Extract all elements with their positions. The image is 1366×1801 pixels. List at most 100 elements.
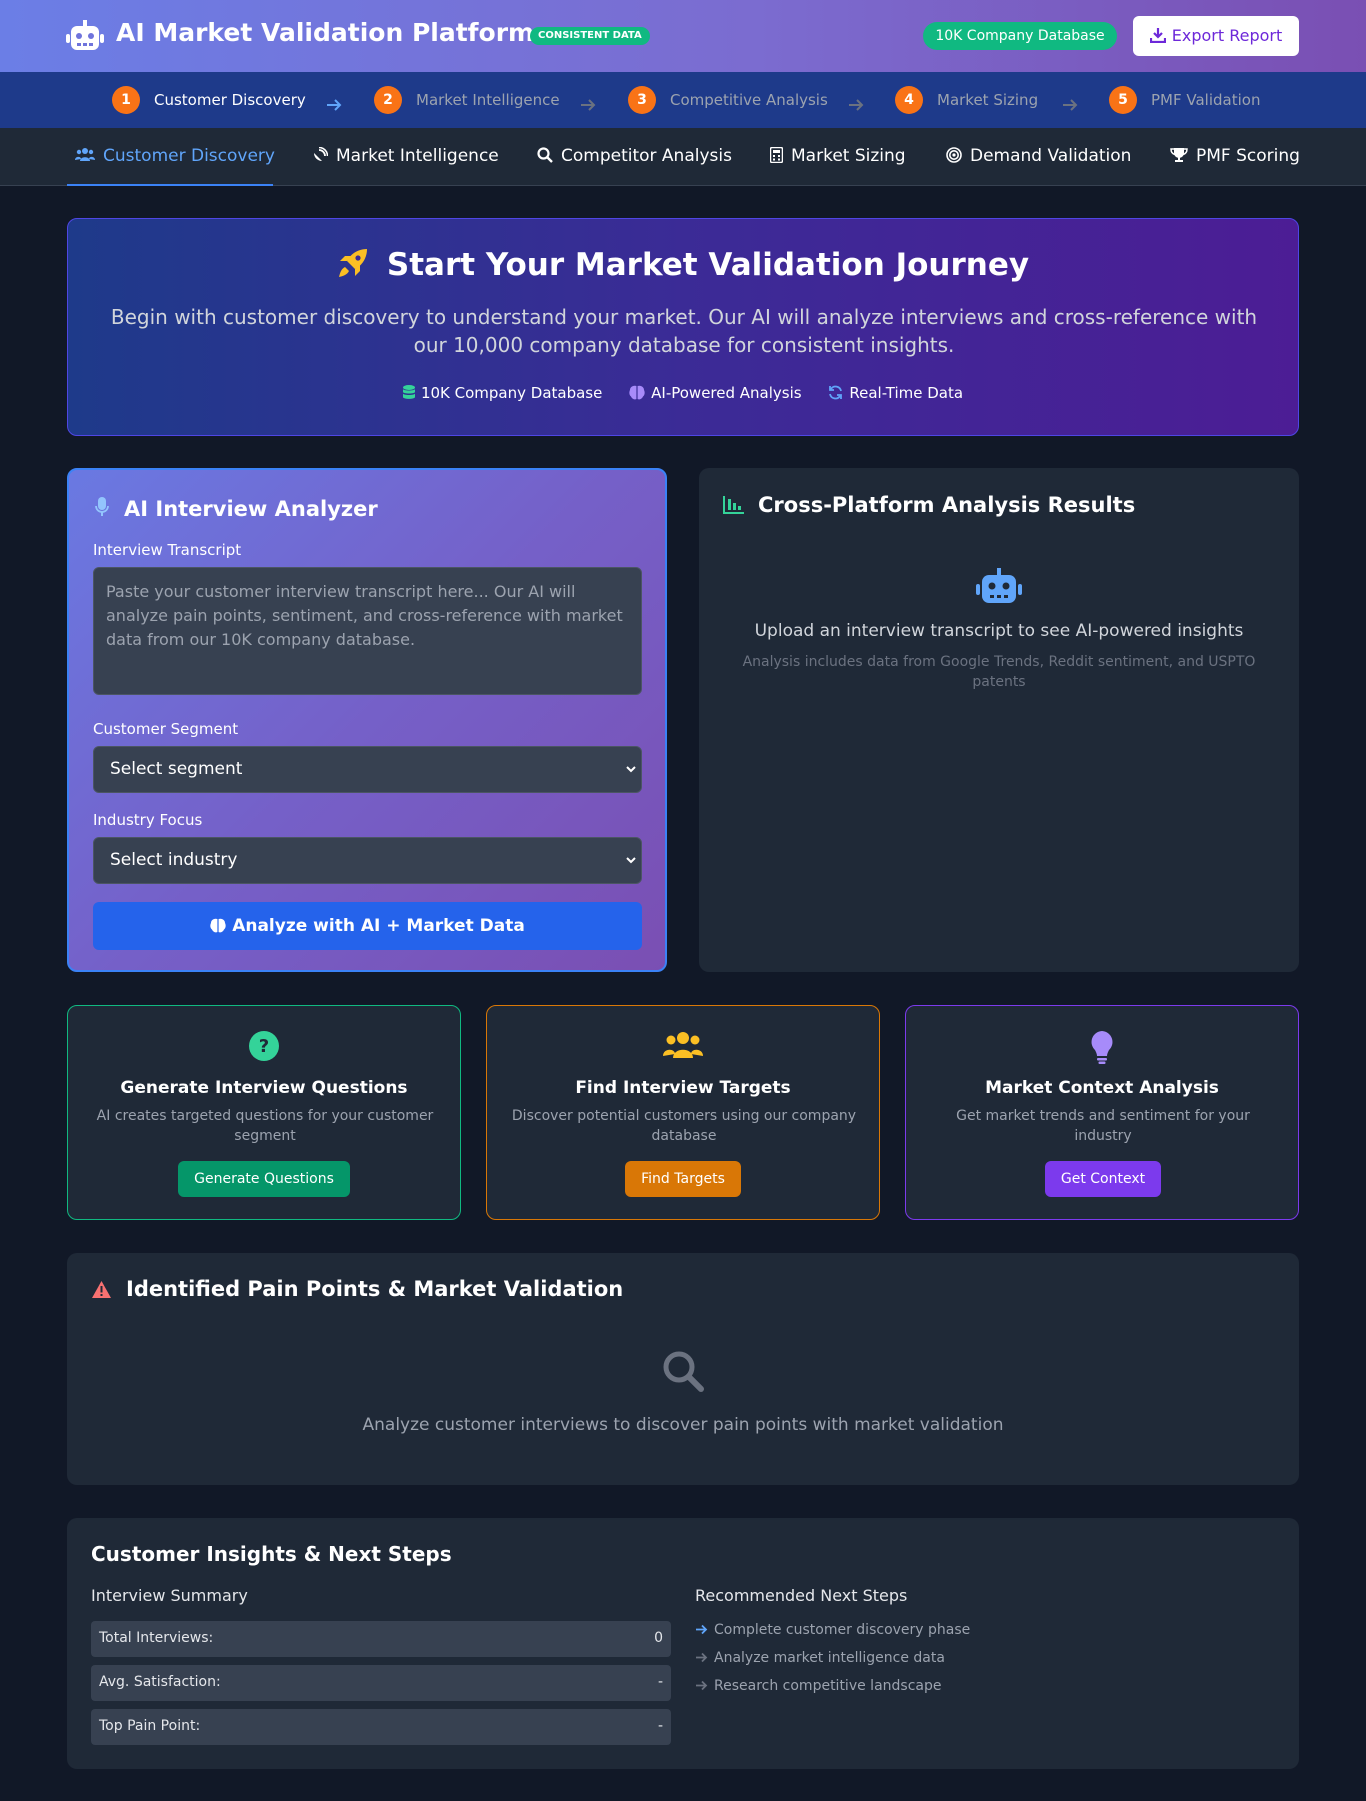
calculator-icon [769, 146, 784, 164]
brain-icon [210, 918, 226, 933]
action-title: Generate Interview Questions [120, 1078, 408, 1098]
customer-segment-select[interactable]: Select segment [93, 746, 642, 793]
stat-label: Top Pain Point: [99, 1718, 201, 1734]
step-label: Customer Discovery [154, 91, 306, 109]
pain-points-title: Identified Pain Points & Market Validati… [126, 1277, 624, 1301]
hero-title-text: Start Your Market Validation Journey [386, 247, 1030, 283]
results-empty-message: Upload an interview transcript to see AI… [754, 621, 1244, 641]
arrow-right-icon [849, 99, 864, 111]
stat-label: Total Interviews: [99, 1630, 214, 1646]
question-circle-icon: ? [68, 1030, 460, 1066]
chart-bar-icon [723, 496, 744, 514]
transcript-input[interactable] [93, 567, 642, 695]
feature-realtime: Real-Time Data [828, 384, 963, 402]
tab-competitor-analysis[interactable]: Competitor Analysis [537, 128, 732, 186]
trophy-icon [1170, 148, 1188, 162]
find-targets-button[interactable]: Find Targets [625, 1161, 741, 1197]
export-report-label: Export Report [1171, 26, 1283, 45]
interview-analyzer-card: AI Interview Analyzer Interview Transcri… [67, 468, 667, 972]
next-steps-title: Recommended Next Steps [695, 1586, 908, 1605]
generate-questions-button[interactable]: Generate Questions [178, 1161, 350, 1197]
analyze-button[interactable]: Analyze with AI + Market Data [93, 902, 642, 950]
action-description: Get market trends and sentiment for your… [956, 1108, 1250, 1144]
next-step-label: Complete customer discovery phase [714, 1622, 971, 1638]
feature-label: Real-Time Data [849, 384, 964, 402]
bullseye-icon [946, 147, 962, 163]
tab-market-sizing[interactable]: Market Sizing [769, 128, 906, 186]
step-label: Market Intelligence [416, 91, 560, 109]
feature-label: 10K Company Database [420, 384, 603, 402]
results-sources-note: Analysis includes data from Google Trend… [742, 654, 1256, 690]
hero-banner: Start Your Market Validation Journey Beg… [67, 218, 1299, 436]
industry-focus-select[interactable]: Select industry [93, 837, 642, 884]
arrow-right-icon [1063, 99, 1078, 111]
tab-market-intelligence[interactable]: Market Intelligence [312, 128, 499, 186]
market-context-card: Market Context Analysis Get market trend… [905, 1005, 1299, 1220]
chevron-down-icon [626, 766, 636, 773]
next-step-item[interactable]: Analyze market intelligence data [695, 1650, 945, 1666]
robot-icon [976, 568, 1022, 603]
company-database-badge: 10K Company Database [923, 22, 1117, 50]
robot-icon [66, 20, 104, 50]
find-targets-card: Find Interview Targets Discover potentia… [486, 1005, 880, 1220]
stat-label: Avg. Satisfaction: [99, 1674, 221, 1690]
analysis-results-card: Cross-Platform Analysis Results Upload a… [699, 468, 1299, 972]
action-title: Find Interview Targets [575, 1078, 791, 1098]
action-description: AI creates targeted questions for your c… [96, 1108, 434, 1144]
search-icon [663, 1351, 704, 1392]
tab-label: Competitor Analysis [561, 146, 732, 166]
tab-demand-validation[interactable]: Demand Validation [946, 128, 1131, 186]
rocket-icon [338, 249, 367, 277]
pain-points-section: Identified Pain Points & Market Validati… [67, 1253, 1299, 1485]
app-header: AI Market Validation Platform CONSISTENT… [0, 0, 1366, 72]
industry-value: Select industry [110, 850, 238, 870]
stat-value: - [657, 1674, 663, 1690]
arrow-right-icon [696, 1680, 708, 1691]
step-label: PMF Validation [1151, 91, 1261, 109]
stat-value: - [657, 1718, 663, 1734]
app-title: AI Market Validation Platform [116, 18, 535, 47]
customer-insights-section: Customer Insights & Next Steps Interview… [67, 1518, 1299, 1769]
progress-steps: 1 Customer Discovery 2 Market Intelligen… [0, 72, 1366, 128]
export-report-button[interactable]: Export Report [1133, 16, 1299, 56]
step-number: 3 [628, 86, 656, 114]
database-icon [402, 385, 415, 399]
next-step-item[interactable]: Research competitive landscape [695, 1678, 941, 1694]
main-tabs: Customer Discovery Market Intelligence C… [0, 128, 1366, 186]
next-step-label: Analyze market intelligence data [714, 1650, 945, 1666]
next-step-label: Research competitive landscape [714, 1678, 942, 1694]
lightbulb-icon [906, 1030, 1298, 1068]
tab-pmf-scoring[interactable]: PMF Scoring [1170, 128, 1300, 186]
warning-icon [92, 1281, 111, 1298]
feature-database: 10K Company Database [402, 384, 603, 402]
download-icon [1149, 28, 1166, 44]
svg-text:?: ? [259, 1036, 269, 1057]
hero-features: 10K Company Database AI-Powered Analysis… [68, 384, 1298, 402]
segment-label: Customer Segment [93, 720, 239, 738]
next-step-item[interactable]: Complete customer discovery phase [695, 1622, 970, 1638]
step-label: Market Sizing [937, 91, 1039, 109]
industry-label: Industry Focus [93, 811, 203, 829]
pain-points-empty-message: Analyze customer interviews to discover … [362, 1415, 1004, 1435]
tab-label: Customer Discovery [103, 146, 275, 166]
chevron-down-icon [626, 857, 636, 864]
stat-avg-satisfaction: Avg. Satisfaction: - [91, 1665, 671, 1701]
satellite-dish-icon [314, 146, 329, 161]
feature-ai: AI-Powered Analysis [629, 384, 802, 402]
step-label: Competitive Analysis [670, 91, 828, 109]
step-number: 5 [1109, 86, 1137, 114]
hero-description: Begin with customer discovery to underst… [110, 305, 1258, 357]
insights-title: Customer Insights & Next Steps [91, 1542, 452, 1566]
arrow-right-icon [696, 1624, 708, 1635]
stat-top-pain-point: Top Pain Point: - [91, 1709, 671, 1745]
tab-customer-discovery[interactable]: Customer Discovery [67, 128, 275, 186]
get-context-button[interactable]: Get Context [1045, 1161, 1161, 1197]
brain-icon [629, 385, 645, 400]
tab-label: Market Intelligence [336, 146, 499, 166]
action-title: Market Context Analysis [985, 1078, 1219, 1098]
consistent-data-badge: CONSISTENT DATA [530, 27, 650, 45]
hero-title: Start Your Market Validation Journey [68, 247, 1298, 283]
tab-label: PMF Scoring [1196, 146, 1300, 166]
sync-icon [829, 385, 843, 400]
users-icon [487, 1030, 879, 1066]
